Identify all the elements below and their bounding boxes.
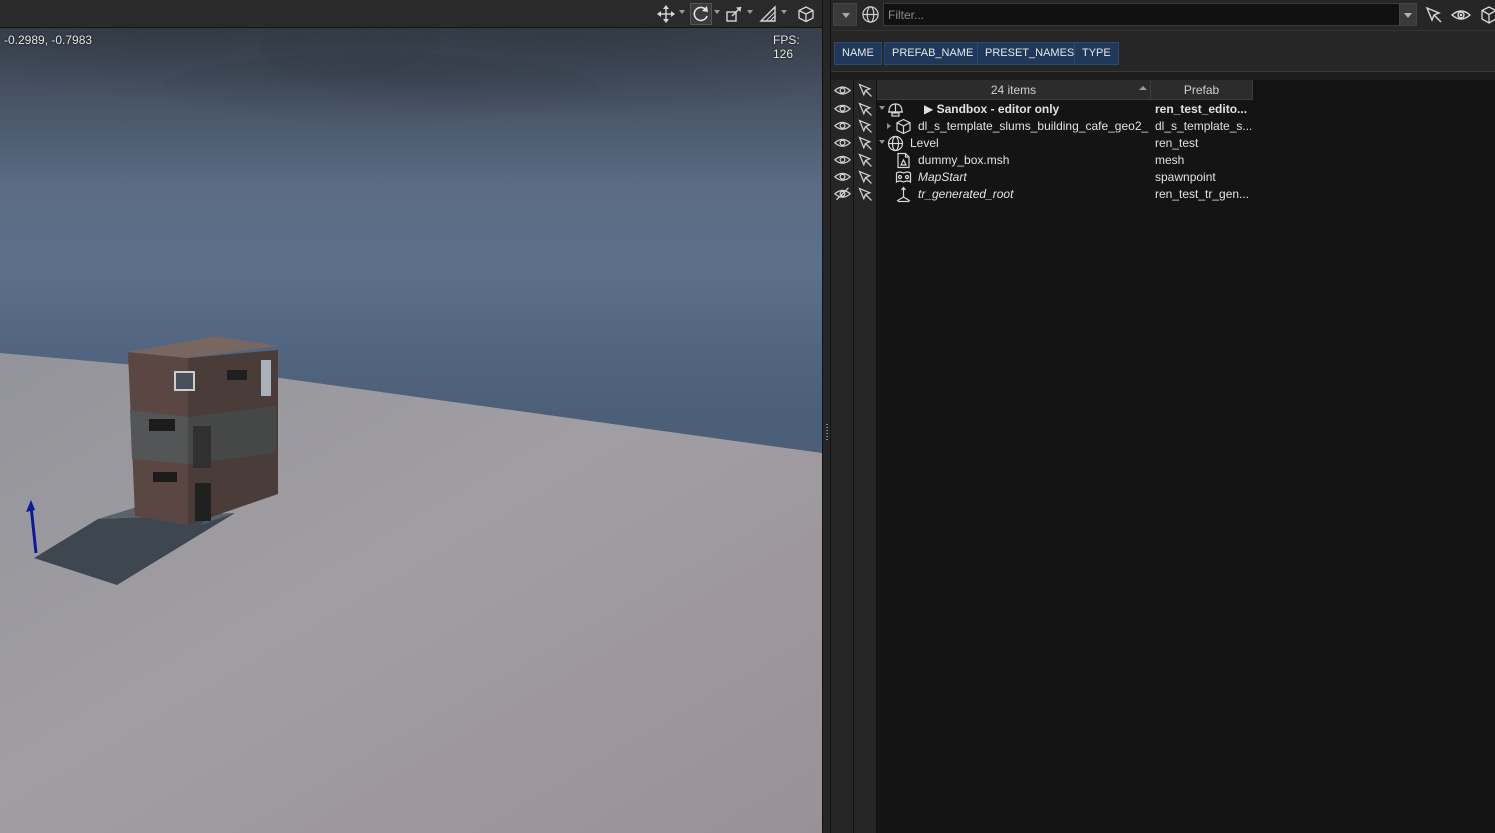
outliner-row[interactable]: ▶ Sandbox - editor only ren_test_edito... <box>831 101 1253 118</box>
tag-preset-names[interactable]: PRESET_NAMES <box>977 42 1083 65</box>
select-arrow-icon[interactable] <box>857 135 874 152</box>
outliner-tree[interactable]: 24 items Prefab ▶ Sandbox - editor only r… <box>831 80 1495 833</box>
rotate-icon[interactable] <box>690 3 712 25</box>
row-prefab: ren_test_tr_gen... <box>1155 187 1250 201</box>
row-prefab: spawnpoint <box>1155 170 1216 184</box>
mesh-file-icon <box>895 152 912 169</box>
cursor-coordinates: -0.2989, -0.7983 <box>4 33 93 47</box>
splitter-grip[interactable] <box>826 424 828 442</box>
filter-history-dropdown[interactable] <box>1399 3 1417 26</box>
tree-header: 24 items Prefab <box>877 80 1253 100</box>
cube-icon[interactable] <box>796 3 816 25</box>
globe-icon[interactable] <box>861 5 880 24</box>
select-arrow-icon[interactable] <box>857 152 874 169</box>
outliner-row[interactable]: dl_s_template_slums_building_cafe_geo2_.… <box>831 118 1253 135</box>
viewport-toolbar <box>0 0 822 28</box>
collapse-arrow-icon[interactable] <box>879 140 885 144</box>
filter-mode-dropdown[interactable] <box>833 3 857 26</box>
transform-root-icon <box>895 186 912 203</box>
eye-icon[interactable] <box>833 170 852 185</box>
row-name: tr_generated_root <box>918 187 1014 201</box>
scene-render <box>0 28 822 833</box>
eye-icon[interactable] <box>833 119 852 134</box>
eye-icon[interactable] <box>833 102 852 117</box>
select-arrow-icon[interactable] <box>1424 5 1444 25</box>
select-arrow-icon[interactable] <box>857 82 874 99</box>
row-prefab: mesh <box>1155 153 1185 167</box>
select-arrow-icon[interactable] <box>857 118 874 135</box>
helmet-icon <box>887 101 904 118</box>
globe-icon <box>887 135 904 152</box>
row-name: MapStart <box>918 170 967 184</box>
outliner-row[interactable]: MapStart spawnpoint <box>831 169 1253 186</box>
eye-hidden-icon[interactable] <box>833 187 852 202</box>
prefab-column-header[interactable]: Prefab <box>1151 80 1253 100</box>
row-prefab: ren_test_edito... <box>1155 102 1248 116</box>
eye-icon[interactable] <box>833 136 852 151</box>
move-icon[interactable] <box>656 3 676 25</box>
scale-dropdown-caret[interactable] <box>747 10 753 14</box>
row-name: dummy_box.msh <box>918 153 1010 167</box>
panel-splitter[interactable] <box>822 0 831 833</box>
row-prefab: ren_test <box>1155 136 1199 150</box>
outliner-row[interactable]: tr_generated_root ren_test_tr_gen... <box>831 186 1253 203</box>
snap-dropdown-caret[interactable] <box>781 10 787 14</box>
tag-type[interactable]: TYPE <box>1074 42 1119 65</box>
eye-icon[interactable] <box>1451 5 1471 25</box>
row-name: ▶ Sandbox - editor only <box>924 102 1060 116</box>
expand-arrow-icon[interactable] <box>887 123 891 129</box>
tag-prefab-name[interactable]: PREFAB_NAME <box>884 42 982 65</box>
sort-ascending-icon <box>1139 86 1147 90</box>
outliner-toolbar <box>831 0 1495 30</box>
cube-icon <box>895 118 912 135</box>
column-tag-row: NAME PREFAB_NAME PRESET_NAMES TYPE <box>831 30 1495 72</box>
row-name: dl_s_template_slums_building_cafe_geo2_.… <box>918 119 1149 133</box>
select-arrow-icon[interactable] <box>857 169 874 186</box>
snap-icon[interactable] <box>757 3 779 25</box>
item-count-header[interactable]: 24 items <box>877 80 1151 100</box>
tag-name[interactable]: NAME <box>834 42 882 65</box>
collapse-arrow-icon[interactable] <box>879 106 885 110</box>
eye-icon[interactable] <box>834 83 851 98</box>
viewport-panel[interactable]: -0.2989, -0.7983 FPS: 126 <box>0 0 822 833</box>
scale-icon[interactable] <box>723 3 745 25</box>
select-arrow-icon[interactable] <box>857 186 874 203</box>
scene-outliner: NAME PREFAB_NAME PRESET_NAMES TYPE 24 it… <box>831 0 1495 833</box>
eye-icon[interactable] <box>833 153 852 168</box>
select-arrow-icon[interactable] <box>857 101 874 118</box>
row-prefab: dl_s_template_s... <box>1155 119 1251 133</box>
fps-counter: FPS: 126 <box>773 33 800 61</box>
outliner-row[interactable]: Level ren_test <box>831 135 1253 152</box>
cube-icon[interactable] <box>1479 5 1495 25</box>
rotate-dropdown-caret[interactable] <box>714 10 720 14</box>
row-name: Level <box>910 136 939 150</box>
3d-scene-view[interactable]: -0.2989, -0.7983 FPS: 126 <box>0 28 822 833</box>
outliner-row[interactable]: dummy_box.msh mesh <box>831 152 1253 169</box>
move-dropdown-caret[interactable] <box>679 10 685 14</box>
filter-input[interactable] <box>883 3 1401 26</box>
spawnpoint-icon <box>895 169 912 186</box>
